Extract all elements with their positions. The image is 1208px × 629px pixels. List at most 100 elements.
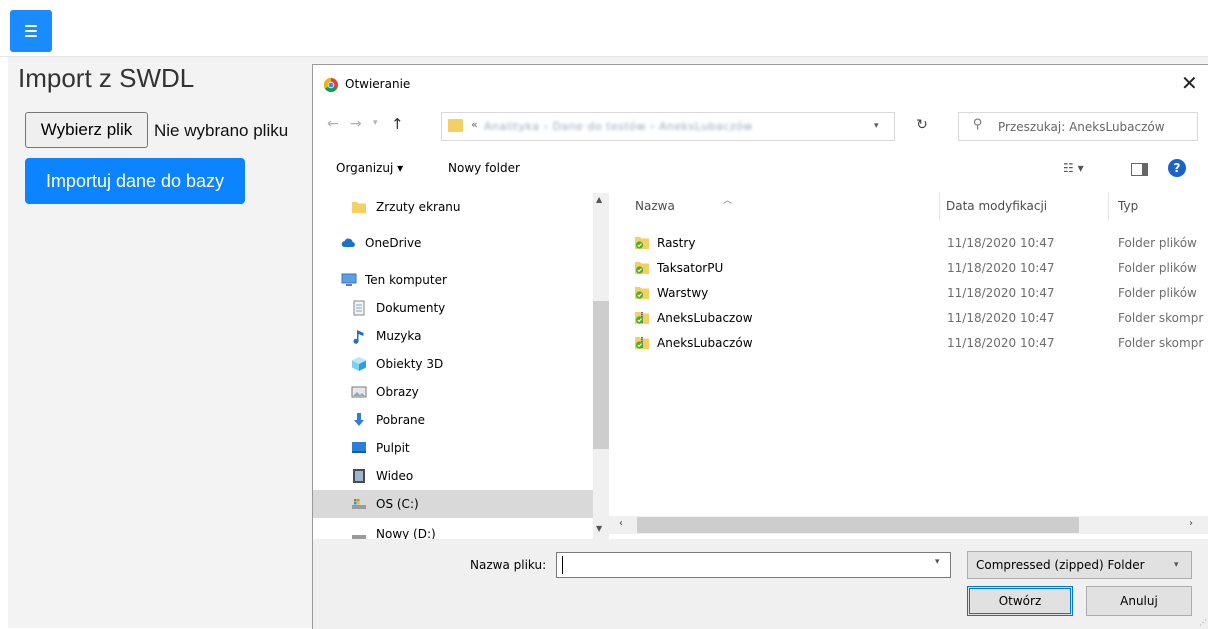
file-name: Rastry [657, 236, 696, 250]
scroll-down-icon[interactable]: ▼ [596, 524, 602, 533]
file-date: 11/18/2020 10:47 [947, 236, 1055, 250]
synced-folder-icon [635, 287, 649, 299]
column-header-name[interactable]: Nazwa [635, 199, 675, 213]
filename-input[interactable] [556, 552, 951, 578]
3d-objects-icon [352, 357, 366, 371]
nav-item-obrazy[interactable]: Obrazy [313, 378, 593, 406]
chevron-down-icon[interactable]: ▾ [935, 557, 940, 567]
nav-item-onedrive[interactable]: OneDrive [313, 229, 593, 257]
file-list-horizontal-scrollbar[interactable]: ‹ › [609, 516, 1208, 534]
chevron-down-icon: ▾ [1174, 560, 1179, 570]
recent-locations-chevron-icon[interactable]: ▾ [373, 118, 378, 128]
file-name: AneksLubaczów [657, 336, 753, 350]
file-type: Folder plików [1118, 261, 1197, 275]
file-date: 11/18/2020 10:47 [947, 311, 1055, 325]
scrollbar-thumb[interactable] [637, 517, 1079, 533]
hamburger-menu-button[interactable] [10, 10, 52, 52]
new-folder-button[interactable]: Nowy folder [448, 161, 520, 175]
chevron-down-icon[interactable]: ▾ [874, 121, 879, 131]
resize-grip-icon[interactable]: ⋰ [1199, 618, 1207, 627]
file-row-warstwy[interactable]: Warstwy 11/18/2020 10:47 Folder plików [609, 281, 1208, 305]
dialog-toolbar: Organizuj ▾ Nowy folder ☷ ▾ ? [313, 147, 1208, 193]
column-divider[interactable] [939, 193, 940, 221]
file-type-selected: Compressed (zipped) Folder [976, 558, 1145, 572]
file-row-rastry[interactable]: Rastry 11/18/2020 10:47 Folder plików [609, 231, 1208, 255]
import-data-button[interactable]: Importuj dane do bazy [25, 158, 245, 204]
scrollbar-thumb[interactable] [593, 301, 609, 449]
file-row-anekslubaczow-2[interactable]: AneksLubaczów 11/18/2020 10:47 Folder sk… [609, 331, 1208, 355]
nav-item-obiekty-3d[interactable]: Obiekty 3D [313, 350, 593, 378]
file-type: Folder skompr [1118, 311, 1204, 325]
file-name: Warstwy [657, 286, 709, 300]
nav-pane-scrollbar[interactable]: ▲ ▼ [593, 193, 609, 539]
scroll-up-icon[interactable]: ▲ [596, 195, 602, 204]
file-type: Folder plików [1118, 286, 1197, 300]
column-header-date[interactable]: Data modyfikacji [946, 199, 1047, 213]
address-bar[interactable]: « Analityka › Dane do testów › AneksLuba… [441, 112, 895, 141]
synced-folder-icon [635, 262, 649, 274]
nav-item-ten-komputer[interactable]: Ten komputer [313, 266, 593, 294]
address-path[interactable]: Analityka › Dane do testów › AneksLubacz… [484, 120, 753, 133]
folder-icon [352, 202, 366, 213]
nav-item-label: Obiekty 3D [376, 357, 444, 371]
scroll-left-icon[interactable]: ‹ [619, 518, 623, 529]
nav-item-label: Wideo [376, 469, 414, 483]
nav-item-label: Pulpit [376, 441, 410, 455]
nav-item-pobrane[interactable]: Pobrane [313, 406, 593, 434]
dialog-navbar: ← → ▾ ↑ « Analityka › Dane do testów › A… [313, 103, 1208, 147]
address-overflow-chevron[interactable]: « [471, 118, 478, 131]
synced-folder-icon [635, 237, 649, 249]
text-caret [562, 556, 563, 574]
desktop-icon [352, 442, 366, 453]
up-arrow-icon[interactable]: ↑ [391, 115, 404, 133]
zip-folder-icon [635, 337, 649, 349]
scroll-right-icon[interactable]: › [1189, 518, 1193, 529]
file-name: TaksatorPU [657, 261, 724, 275]
help-icon[interactable]: ? [1168, 159, 1186, 177]
downloads-icon [354, 413, 364, 426]
nav-item-label: Obrazy [376, 385, 419, 399]
column-header-type[interactable]: Typ [1118, 199, 1138, 213]
file-row-taksatorpu[interactable]: TaksatorPU 11/18/2020 10:47 Folder plikó… [609, 256, 1208, 280]
nav-item-label: Ten komputer [365, 273, 447, 287]
nav-item-label: Pobrane [376, 413, 426, 427]
sort-ascending-icon: ︿ [723, 196, 733, 206]
file-type: Folder plików [1118, 236, 1197, 250]
nav-item-label: Zrzuty ekranu [376, 200, 461, 214]
chrome-icon [324, 78, 338, 92]
nav-item-os-c[interactable]: OS (C:) [313, 490, 593, 518]
nav-item-dokumenty[interactable]: Dokumenty [313, 294, 593, 322]
close-icon[interactable]: ✕ [1181, 71, 1198, 95]
search-icon: ⚲ [973, 117, 983, 132]
page-title: Import z SWDL [18, 63, 195, 93]
cancel-button[interactable]: Anuluj [1086, 586, 1192, 616]
dialog-title: Otwieranie [345, 77, 411, 91]
navigation-pane: Zrzuty ekranu OneDrive Ten komputer Doku… [313, 193, 593, 541]
back-arrow-icon[interactable]: ← [327, 116, 339, 132]
refresh-icon[interactable]: ↻ [905, 112, 939, 139]
pictures-icon [351, 386, 367, 398]
choose-file-button[interactable]: Wybierz plik [25, 112, 148, 148]
forward-arrow-icon[interactable]: → [350, 116, 362, 132]
file-type-select[interactable]: Compressed (zipped) Folder ▾ [967, 551, 1192, 579]
menu-line-icon [25, 35, 37, 37]
file-date: 11/18/2020 10:47 [947, 336, 1055, 350]
nav-item-muzyka[interactable]: Muzyka [313, 322, 593, 350]
nav-item-pulpit[interactable]: Pulpit [313, 434, 593, 462]
nav-item-wideo[interactable]: Wideo [313, 462, 593, 490]
file-date: 11/18/2020 10:47 [947, 261, 1055, 275]
organize-menu-button[interactable]: Organizuj ▾ [336, 161, 403, 175]
dialog-titlebar[interactable]: Otwieranie ✕ [313, 65, 1208, 103]
nav-item-zrzuty-ekranu[interactable]: Zrzuty ekranu [313, 193, 593, 221]
preview-pane-icon[interactable] [1131, 163, 1148, 176]
view-options-icon[interactable]: ☷ ▾ [1063, 161, 1084, 175]
menu-line-icon [25, 25, 37, 27]
search-placeholder: Przeszukaj: AneksLubaczów [998, 120, 1165, 134]
search-input[interactable]: ⚲ Przeszukaj: AneksLubaczów [958, 112, 1198, 141]
column-divider[interactable] [1108, 193, 1109, 221]
nav-item-label: Dokumenty [376, 301, 446, 315]
nav-item-label: OneDrive [365, 236, 422, 250]
file-row-anekslubaczow[interactable]: AneksLubaczow 11/18/2020 10:47 Folder sk… [609, 306, 1208, 330]
top-navbar [0, 0, 1208, 57]
open-button[interactable]: Otwórz [967, 586, 1073, 616]
